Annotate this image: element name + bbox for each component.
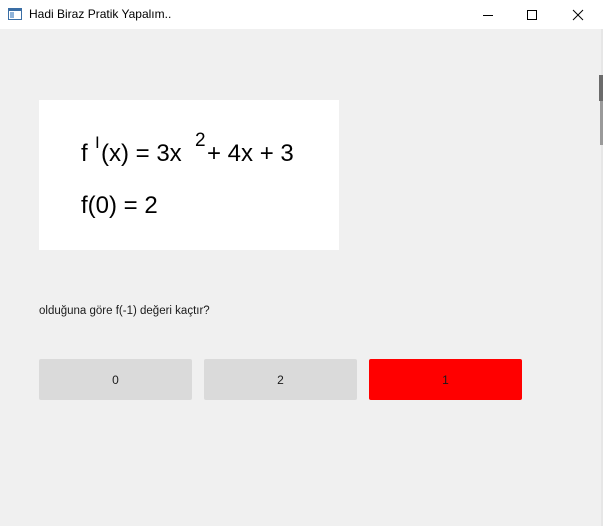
question-text: olduğuna göre f(-1) değeri kaçtır? [39,305,210,317]
window-title: Hadi Biraz Pratik Yapalım.. [29,7,172,21]
maximize-icon [527,9,537,20]
formula-prime: I [95,133,100,152]
formula-svg: f I (x) = 3x 2 + 4x + 3 f(0) = 2 [81,130,294,219]
title-bar[interactable]: Hadi Biraz Pratik Yapalım.. [0,0,603,29]
close-button[interactable] [555,0,601,29]
answer-button-3[interactable]: 1 [369,359,522,400]
formula-line1-body: (x) = 3x [101,140,182,167]
maximize-button[interactable] [509,0,555,29]
window-edge-mark [599,75,603,101]
answer-button-1[interactable]: 0 [39,359,192,400]
minimize-button[interactable] [465,0,511,29]
app-window: Hadi Biraz Pratik Yapalım.. f I (x) = 3x… [0,0,603,526]
formula-exponent: 2 [195,130,206,151]
formula-line1-tail: + 4x + 3 [207,140,294,167]
close-icon [572,9,584,20]
formula-f: f [81,140,88,167]
formula-image: f I (x) = 3x 2 + 4x + 3 f(0) = 2 [39,100,339,250]
formula-line2: f(0) = 2 [81,192,158,219]
minimize-icon [483,14,493,16]
app-window-icon [8,8,22,20]
answer-button-2[interactable]: 2 [204,359,357,400]
